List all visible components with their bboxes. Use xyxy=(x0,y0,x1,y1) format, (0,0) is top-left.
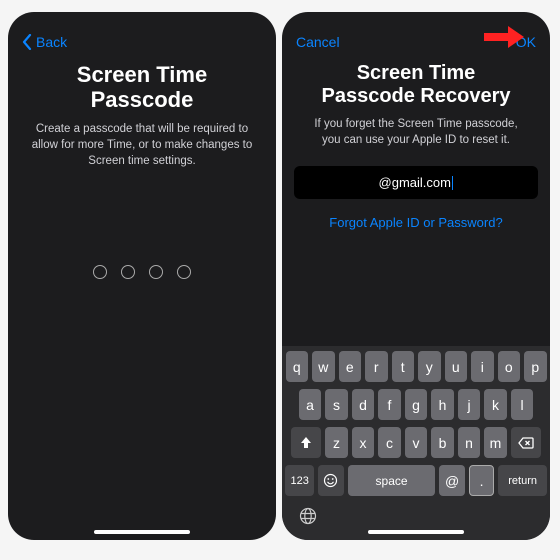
kb-row-1: qwertyuiop xyxy=(285,351,547,382)
key-j[interactable]: j xyxy=(458,389,481,420)
key-r[interactable]: r xyxy=(365,351,388,382)
key-q[interactable]: q xyxy=(286,351,309,382)
page-title: Screen Time Passcode xyxy=(8,62,276,113)
key-f[interactable]: f xyxy=(378,389,401,420)
globe-key[interactable] xyxy=(285,503,547,532)
key-z[interactable]: z xyxy=(325,427,348,458)
page-title: Screen Time Passcode Recovery xyxy=(282,62,550,108)
backspace-icon xyxy=(518,437,534,449)
back-button[interactable]: Back xyxy=(22,34,78,50)
text-cursor xyxy=(452,176,454,190)
back-label: Back xyxy=(36,34,67,50)
globe-icon xyxy=(299,507,317,525)
key-x[interactable]: x xyxy=(352,427,375,458)
key-i[interactable]: i xyxy=(471,351,494,382)
page-description: Create a passcode that will be required … xyxy=(8,113,276,169)
nav-bar: Back xyxy=(8,12,276,62)
backspace-key[interactable] xyxy=(511,427,541,458)
keyboard: qwertyuiop asdfghjkl zxcvbnm 123 space @… xyxy=(282,346,550,540)
key-b[interactable]: b xyxy=(431,427,454,458)
key-g[interactable]: g xyxy=(405,389,428,420)
cancel-button[interactable]: Cancel xyxy=(296,34,352,50)
key-l[interactable]: l xyxy=(511,389,534,420)
key-o[interactable]: o xyxy=(498,351,521,382)
screen-passcode-create: Back Screen Time Passcode Create a passc… xyxy=(8,12,276,540)
period-key[interactable]: . xyxy=(469,465,494,496)
space-key[interactable]: space xyxy=(348,465,436,496)
kb-row-4: 123 space @ . return xyxy=(285,465,547,496)
screen-passcode-recovery: Cancel OK Screen Time Passcode Recovery … xyxy=(282,12,550,540)
key-d[interactable]: d xyxy=(352,389,375,420)
numbers-key[interactable]: 123 xyxy=(285,465,314,496)
shift-key[interactable] xyxy=(291,427,321,458)
key-h[interactable]: h xyxy=(431,389,454,420)
shift-icon xyxy=(299,436,313,450)
key-a[interactable]: a xyxy=(299,389,322,420)
apple-id-input[interactable]: @gmail.com xyxy=(294,166,538,199)
return-key[interactable]: return xyxy=(498,465,547,496)
key-k[interactable]: k xyxy=(484,389,507,420)
home-indicator[interactable] xyxy=(368,530,464,534)
key-e[interactable]: e xyxy=(339,351,362,382)
emoji-key[interactable] xyxy=(318,465,343,496)
kb-row-3: zxcvbnm xyxy=(285,427,547,458)
passcode-dot xyxy=(93,265,107,279)
passcode-dot xyxy=(149,265,163,279)
home-indicator[interactable] xyxy=(94,530,190,534)
key-c[interactable]: c xyxy=(378,427,401,458)
email-value: @gmail.com xyxy=(379,175,451,190)
passcode-dots[interactable] xyxy=(8,265,276,279)
key-w[interactable]: w xyxy=(312,351,335,382)
key-u[interactable]: u xyxy=(445,351,468,382)
key-v[interactable]: v xyxy=(405,427,428,458)
kb-row-2: asdfghjkl xyxy=(285,389,547,420)
annotation-arrow xyxy=(484,26,524,48)
forgot-link[interactable]: Forgot Apple ID or Password? xyxy=(282,215,550,230)
emoji-icon xyxy=(323,473,338,488)
at-key[interactable]: @ xyxy=(439,465,464,496)
page-description: If you forget the Screen Time passcode, … xyxy=(282,108,550,148)
passcode-dot xyxy=(177,265,191,279)
key-m[interactable]: m xyxy=(484,427,507,458)
chevron-left-icon xyxy=(22,34,32,50)
key-t[interactable]: t xyxy=(392,351,415,382)
cancel-label: Cancel xyxy=(296,34,340,50)
key-n[interactable]: n xyxy=(458,427,481,458)
passcode-dot xyxy=(121,265,135,279)
key-s[interactable]: s xyxy=(325,389,348,420)
key-p[interactable]: p xyxy=(524,351,547,382)
key-y[interactable]: y xyxy=(418,351,441,382)
